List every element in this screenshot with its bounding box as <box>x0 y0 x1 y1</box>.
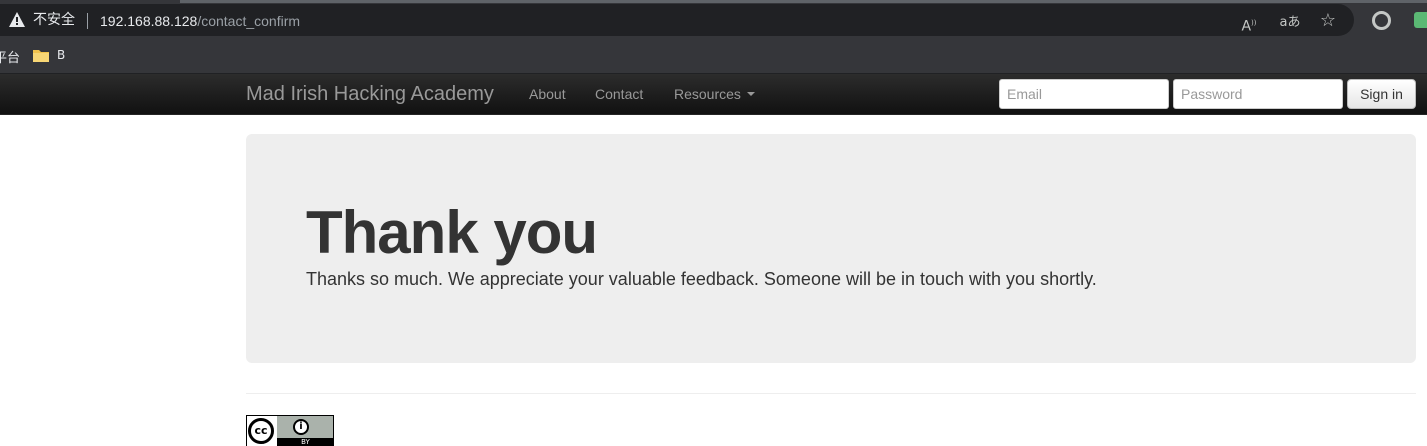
sign-in-button[interactable]: Sign in <box>1347 79 1416 109</box>
url-host: 192.168.88.128 <box>100 13 198 29</box>
hero-unit: Thank you Thanks so much. We appreciate … <box>246 134 1416 363</box>
profile-icon[interactable] <box>1372 11 1391 30</box>
read-aloud-glyph: A <box>1241 18 1252 35</box>
warning-icon[interactable] <box>9 12 25 27</box>
cc-badge-left: cc <box>247 416 277 446</box>
attribution-icon: i <box>293 419 309 435</box>
bookmark-folder-label[interactable]: B <box>57 48 65 62</box>
nav-link-about[interactable]: About <box>529 86 566 102</box>
folder-icon[interactable] <box>33 49 49 62</box>
nav-dropdown-label: Resources <box>674 86 741 102</box>
email-field[interactable] <box>999 79 1169 109</box>
creative-commons-icon: cc <box>248 418 274 444</box>
favorite-star-icon[interactable]: ☆ <box>1319 12 1337 30</box>
tab-strip <box>180 0 1427 3</box>
extension-icon[interactable] <box>1414 12 1427 28</box>
translate-icon[interactable]: aあ <box>1278 14 1302 32</box>
browser-toolbar: 不安全 192.168.88.128/contact_confirm A)) a… <box>0 0 1427 38</box>
address-divider <box>87 13 88 29</box>
security-status[interactable]: 不安全 <box>33 12 75 28</box>
page-title: Thank you <box>306 199 598 266</box>
bookmarks-bar: 平台 B <box>0 38 1427 74</box>
footer-divider <box>246 393 1416 394</box>
url-path: /contact_confirm <box>197 13 301 29</box>
site-navbar: Mad Irish Hacking Academy About Contact … <box>0 74 1427 115</box>
address-bar[interactable]: 不安全 192.168.88.128/contact_confirm A)) a… <box>0 4 1354 36</box>
url-text[interactable]: 192.168.88.128/contact_confirm <box>100 13 300 29</box>
read-aloud-icon[interactable]: A)) <box>1240 14 1258 35</box>
nav-link-contact[interactable]: Contact <box>595 86 643 102</box>
brand-link[interactable]: Mad Irish Hacking Academy <box>246 83 494 105</box>
confirmation-message: Thanks so much. We appreciate your valua… <box>306 269 1097 289</box>
nav-dropdown-resources[interactable]: Resources <box>674 86 755 102</box>
cc-by-label: BY <box>277 438 334 446</box>
bookmark-item-partial[interactable]: 平台 <box>0 47 20 66</box>
caret-down-icon <box>746 92 755 97</box>
password-field[interactable] <box>1173 79 1343 109</box>
cc-license-badge[interactable]: cc i BY <box>246 415 334 446</box>
